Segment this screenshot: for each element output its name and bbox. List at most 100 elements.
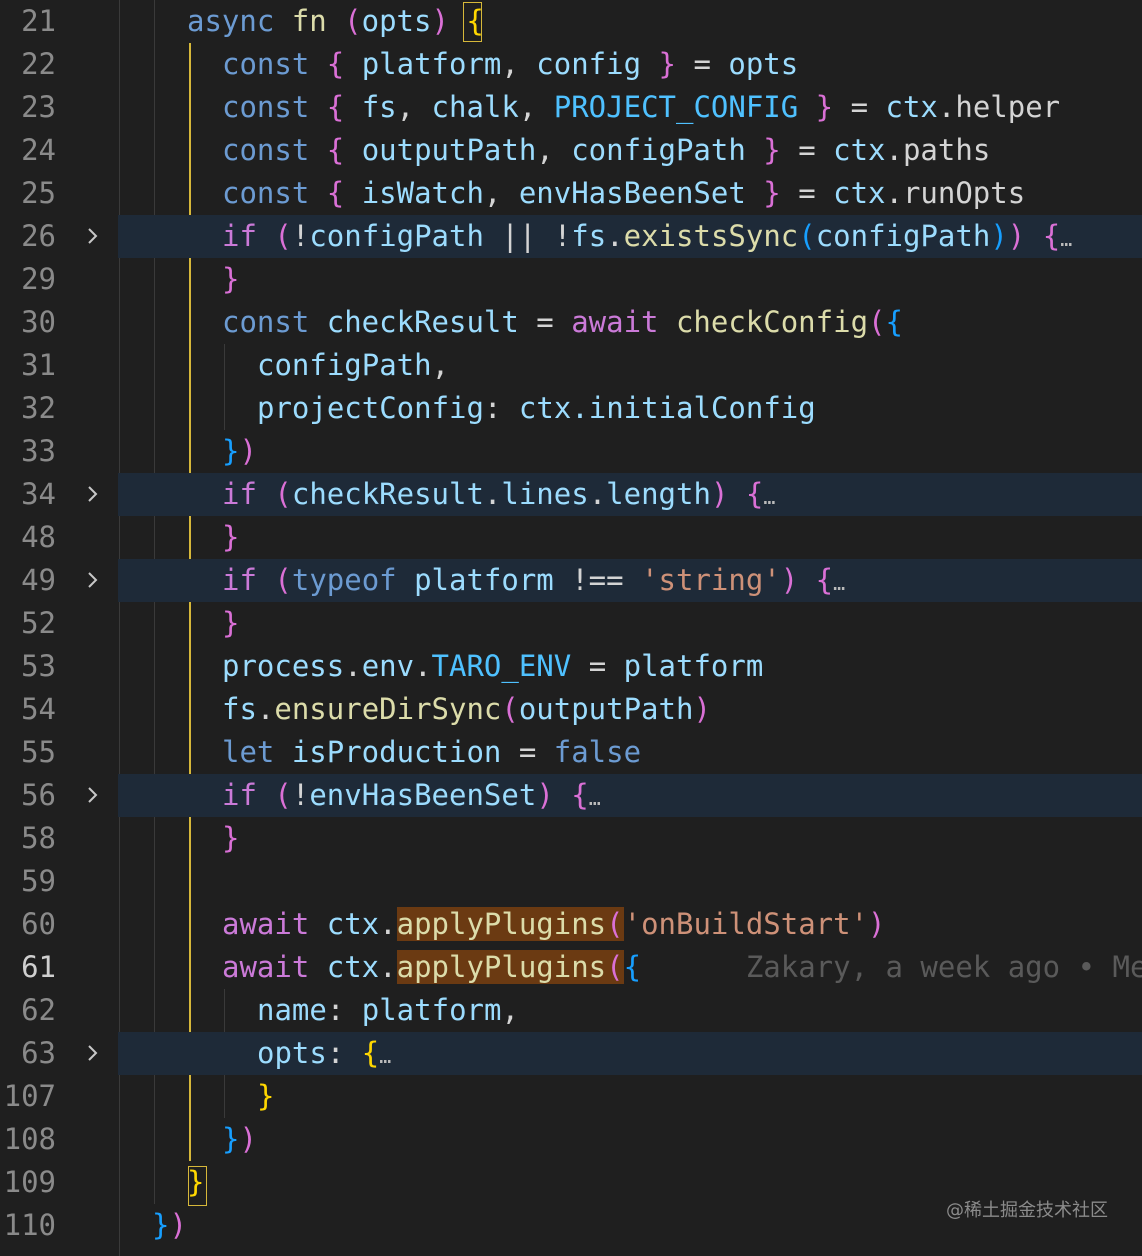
code-line[interactable]: 62 name: platform, xyxy=(0,989,1142,1032)
code-line[interactable]: 29} xyxy=(0,258,1142,301)
code-line[interactable]: 108}) xyxy=(0,1118,1142,1161)
code-token: ( xyxy=(274,477,292,511)
code-text: if (typeof platform !== 'string') {… xyxy=(222,559,845,605)
code-line[interactable]: 56 if (!envHasBeenSet) {… xyxy=(0,774,1142,817)
code-token: ) xyxy=(868,907,886,941)
code-token: { xyxy=(815,563,834,597)
code-token: const xyxy=(222,176,327,210)
code-token: existsSync xyxy=(623,219,799,253)
code-line[interactable]: 53 process.env.TARO_ENV = platform xyxy=(0,645,1142,688)
code-text: configPath, xyxy=(257,344,449,387)
code-token: . xyxy=(606,219,624,253)
line-number: 34 xyxy=(21,477,56,511)
code-token: ) xyxy=(780,563,816,597)
code-token: , xyxy=(483,176,519,210)
code-token: = xyxy=(536,305,572,339)
code-token: , xyxy=(396,90,432,124)
code-line[interactable]: 60 await ctx.applyPlugins('onBuildStart') xyxy=(0,903,1142,946)
chevron-right-icon[interactable] xyxy=(84,227,102,245)
code-token: applyPlugins xyxy=(396,907,607,941)
code-line[interactable]: 54 fs.ensureDirSync(outputPath) xyxy=(0,688,1142,731)
chevron-right-icon[interactable] xyxy=(84,1044,102,1062)
code-token: { xyxy=(326,176,362,210)
code-line[interactable]: 23 const { fs, chalk, PROJECT_CONFIG } = … xyxy=(0,86,1142,129)
line-gutter: 108 xyxy=(0,1118,118,1161)
code-token: ctx xyxy=(326,907,380,941)
code-token: ) xyxy=(710,477,746,511)
code-token: ( xyxy=(868,305,886,339)
code-token: outputPath xyxy=(518,692,694,726)
line-gutter: 23 xyxy=(0,86,118,129)
code-token: } xyxy=(815,90,851,124)
code-token: } xyxy=(222,434,240,468)
code-text: } xyxy=(222,516,239,559)
line-gutter: 33 xyxy=(0,430,118,473)
code-token: , xyxy=(536,133,572,167)
code-line[interactable]: 48} xyxy=(0,516,1142,559)
code-token: fs xyxy=(571,219,607,253)
chevron-right-icon[interactable] xyxy=(84,571,102,589)
code-editor[interactable]: 21 async fn (opts) {22 const { platform, c… xyxy=(0,0,1142,1256)
code-line[interactable]: 59 xyxy=(0,860,1142,903)
code-line[interactable]: 58} xyxy=(0,817,1142,860)
code-token: configPath xyxy=(571,133,764,167)
code-line[interactable]: 25 const { isWatch, envHasBeenSet } = ctx… xyxy=(0,172,1142,215)
code-token: const xyxy=(222,47,327,81)
code-line[interactable]: 30 const checkResult = await checkConfig(… xyxy=(0,301,1142,344)
line-number: 26 xyxy=(21,219,56,253)
code-line[interactable]: 107} xyxy=(0,1075,1142,1118)
code-token: … xyxy=(763,485,776,509)
code-line[interactable]: 22 const { platform, config } = opts xyxy=(0,43,1142,86)
code-token: } xyxy=(222,606,240,640)
code-token: : xyxy=(483,391,519,425)
code-line[interactable]: 24 const { outputPath, configPath } = ctx… xyxy=(0,129,1142,172)
code-token: ! xyxy=(291,219,310,253)
code-line[interactable]: 26 if (!configPath || !fs.existsSync(conf… xyxy=(0,215,1142,258)
code-text: projectConfig: ctx.initialConfig xyxy=(257,387,816,430)
code-token: = xyxy=(518,735,554,769)
code-line[interactable]: 31 configPath, xyxy=(0,344,1142,387)
code-token: ( xyxy=(274,219,292,253)
bracket-match-open xyxy=(463,2,482,42)
code-token: platform xyxy=(414,563,572,597)
code-line[interactable]: 61 await ctx.applyPlugins({ Zakary, a wee… xyxy=(0,946,1142,989)
code-line[interactable]: 34 if (checkResult.lines.length) {… xyxy=(0,473,1142,516)
code-token: ctx xyxy=(833,176,886,210)
code-token: … xyxy=(379,1044,392,1068)
code-token: !== xyxy=(571,563,642,597)
code-text: opts: {… xyxy=(257,1032,391,1078)
code-text: async fn (opts) { xyxy=(187,0,484,43)
code-token: = xyxy=(798,133,834,167)
code-token: ) xyxy=(431,4,467,38)
code-token: platform xyxy=(361,47,502,81)
line-gutter: 60 xyxy=(0,903,118,946)
line-gutter: 59 xyxy=(0,860,118,903)
code-token: isWatch xyxy=(361,176,484,210)
chevron-right-icon[interactable] xyxy=(84,485,102,503)
code-token: await xyxy=(571,305,676,339)
code-line[interactable]: 33}) xyxy=(0,430,1142,473)
code-line[interactable]: 55 let isProduction = false xyxy=(0,731,1142,774)
chevron-right-icon[interactable] xyxy=(84,786,102,804)
line-gutter: 49 xyxy=(0,559,118,602)
code-token: ! xyxy=(291,778,310,812)
code-line[interactable]: 63 opts: {… xyxy=(0,1032,1142,1075)
code-token: fn xyxy=(291,4,345,38)
code-line[interactable]: 32 projectConfig: ctx.initialConfig xyxy=(0,387,1142,430)
code-token: if xyxy=(222,477,275,511)
code-text: }) xyxy=(152,1204,187,1247)
code-token: platform xyxy=(361,993,502,1027)
line-gutter: 53 xyxy=(0,645,118,688)
code-line[interactable]: 21 async fn (opts) { xyxy=(0,0,1142,43)
code-token: fs xyxy=(361,90,397,124)
code-token: if xyxy=(222,563,275,597)
code-token: .runOpts xyxy=(885,176,1026,210)
code-text: await ctx.applyPlugins({ Zakary, a week … xyxy=(222,946,1142,989)
code-token: .paths xyxy=(885,133,991,167)
code-token: chalk xyxy=(431,90,519,124)
code-token: } xyxy=(257,1079,275,1113)
code-line[interactable]: 52} xyxy=(0,602,1142,645)
code-token: envHasBeenSet xyxy=(309,778,537,812)
line-gutter: 62 xyxy=(0,989,118,1032)
code-line[interactable]: 49 if (typeof platform !== 'string') {… xyxy=(0,559,1142,602)
